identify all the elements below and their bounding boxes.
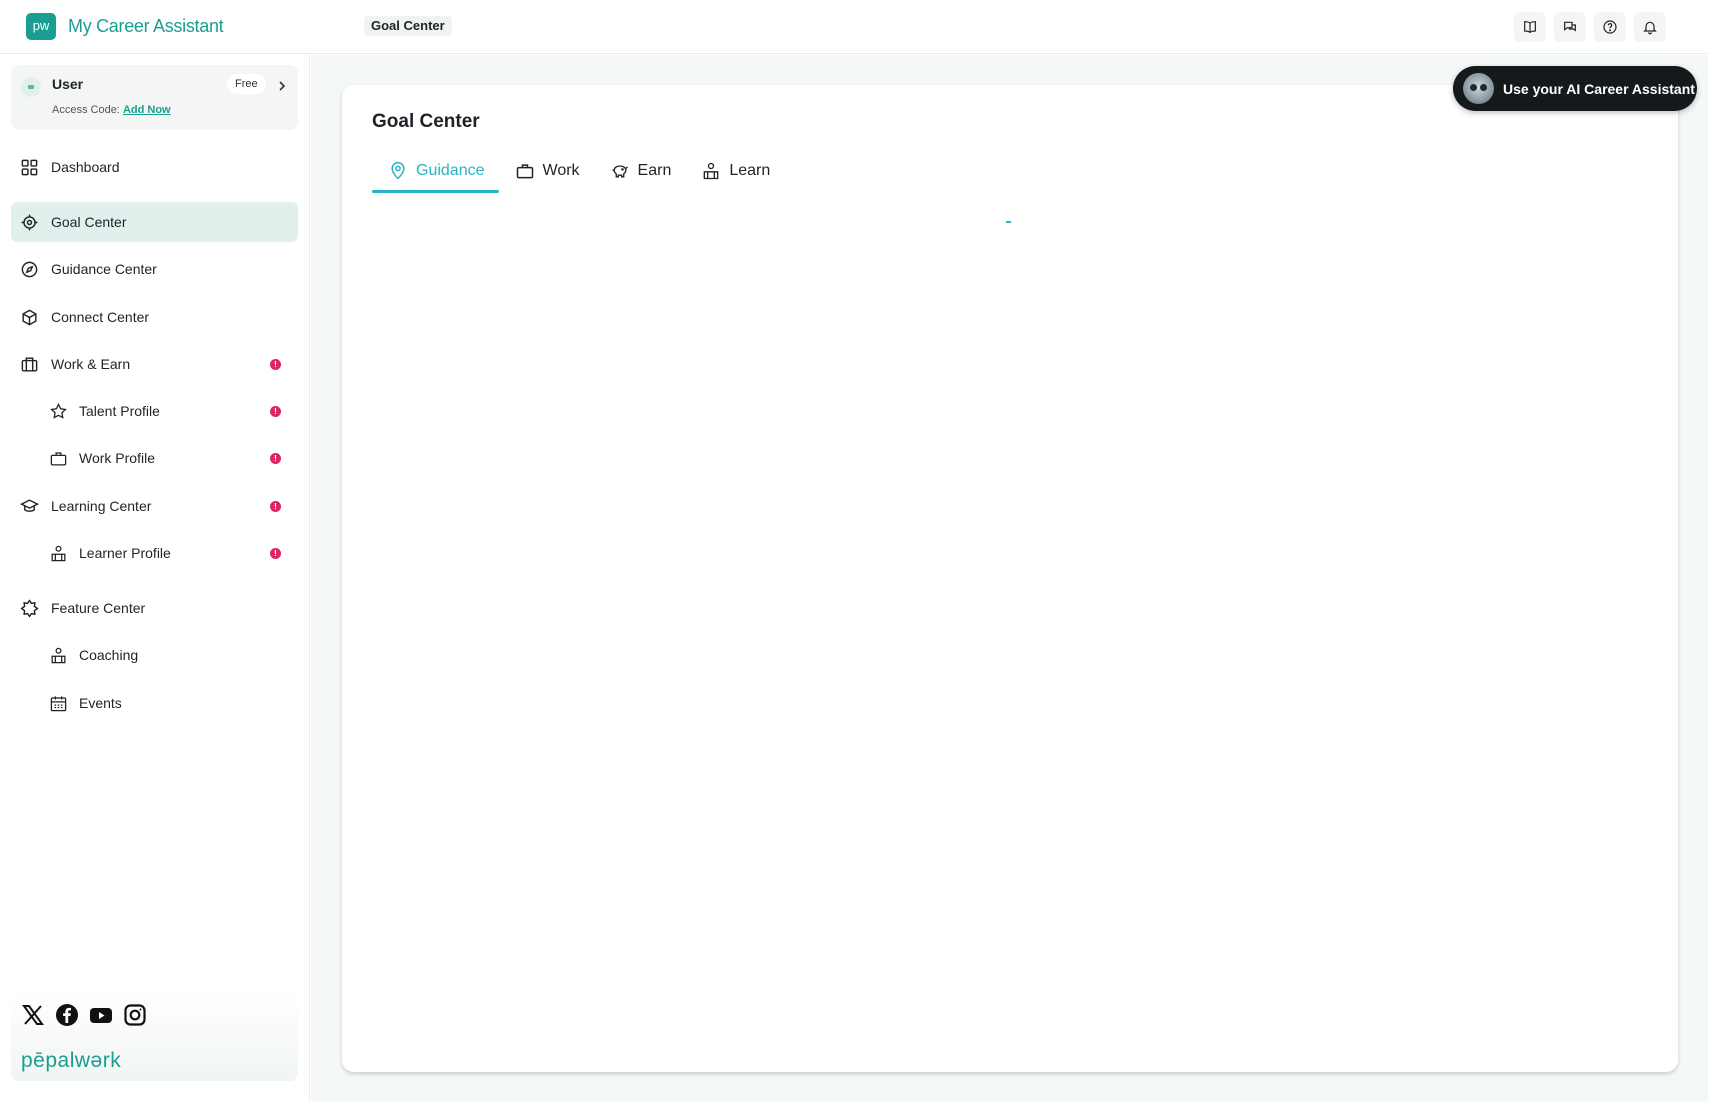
app-title[interactable]: My Career Assistant: [68, 16, 224, 37]
robot-avatar-icon: [1463, 73, 1494, 104]
bag-icon: [50, 452, 67, 466]
app-logo[interactable]: pw: [26, 13, 56, 40]
brand-logo: pēpalwərk: [21, 1049, 122, 1072]
user-card[interactable]: User Free Access Code: Add Now: [11, 65, 298, 130]
alert-badge: !: [270, 453, 281, 464]
header-actions: [1514, 12, 1666, 42]
sidebar-item-talent-profile[interactable]: Talent Profile !: [11, 391, 298, 431]
sidebar-item-guidance-center[interactable]: Guidance Center: [11, 249, 298, 289]
plan-badge: Free: [227, 74, 266, 94]
social-footer: pēpalwərk: [11, 991, 298, 1081]
breadcrumb: Goal Center: [364, 16, 452, 36]
learner-icon: [51, 545, 66, 562]
sidebar-item-label: Talent Profile: [79, 403, 160, 419]
alert-badge: !: [270, 406, 281, 417]
briefcase-icon: [21, 357, 38, 372]
piggy-bank-icon: [612, 165, 628, 178]
avatar: [21, 77, 41, 97]
social-links: [21, 1003, 147, 1027]
facebook-icon[interactable]: [55, 1003, 79, 1027]
x-icon[interactable]: [21, 1003, 45, 1027]
cube-icon: [22, 309, 37, 326]
tab-label: Learn: [729, 162, 771, 179]
sidebar-item-label: Guidance Center: [51, 261, 157, 277]
tab-label: Earn: [637, 162, 672, 179]
sidebar-item-connect-center[interactable]: Connect Center: [11, 297, 298, 337]
tab-label: Work: [542, 162, 580, 179]
tab-learn[interactable]: Learn: [685, 149, 784, 193]
help-icon[interactable]: [1594, 12, 1626, 42]
compass-icon: [21, 261, 38, 278]
sidebar-item-feature-center[interactable]: Feature Center: [11, 588, 298, 628]
alert-badge: !: [270, 548, 281, 559]
page-title: Goal Center: [372, 111, 480, 132]
badge-icon: [20, 599, 39, 618]
sidebar-item-label: Coaching: [79, 647, 139, 663]
ai-career-assistant-button[interactable]: Use your AI Career Assistant: [1453, 66, 1697, 111]
location-pin-icon: [391, 161, 405, 180]
alert-badge: !: [270, 359, 281, 370]
instagram-icon[interactable]: [123, 1003, 147, 1027]
sidebar-item-label: Learner Profile: [79, 545, 171, 561]
access-code-label: Access Code:: [52, 104, 120, 116]
tab-label: Guidance: [416, 162, 485, 179]
chat-icon[interactable]: [1554, 12, 1586, 42]
sidebar-item-goal-center[interactable]: Goal Center: [11, 202, 298, 242]
sidebar-item-label: Learning Center: [51, 498, 152, 514]
sidebar-item-learning-center[interactable]: Learning Center !: [11, 486, 298, 526]
sidebar-item-label: Feature Center: [51, 600, 146, 616]
youtube-icon[interactable]: [89, 1003, 113, 1027]
sidebar-item-work-earn[interactable]: Work & Earn !: [11, 344, 298, 384]
chevron-right-icon[interactable]: [277, 80, 287, 92]
sidebar-item-dashboard[interactable]: Dashboard: [11, 147, 298, 187]
sidebar-item-label: Events: [79, 695, 122, 711]
bell-icon[interactable]: [1634, 12, 1666, 42]
add-access-code-link[interactable]: Add Now: [123, 104, 171, 116]
sidebar-item-label: Goal Center: [51, 214, 127, 230]
access-code: Access Code: Add Now: [52, 104, 171, 116]
tab-work[interactable]: Work: [499, 149, 594, 193]
coaching-icon: [51, 647, 66, 664]
sidebar-item-label: Work Profile: [79, 450, 155, 466]
sidebar-item-coaching[interactable]: Coaching: [11, 635, 298, 675]
sidebar-item-work-profile[interactable]: Work Profile !: [11, 438, 298, 478]
tab-earn[interactable]: Earn: [594, 149, 686, 193]
grid-icon: [21, 159, 38, 176]
briefcase-icon: [516, 164, 533, 179]
sidebar-item-label: Work & Earn: [51, 356, 131, 372]
loading-indicator: [1006, 221, 1011, 223]
sidebar: User Free Access Code: Add Now Dashboard…: [0, 55, 310, 1102]
calendar-icon: [50, 696, 67, 712]
ai-button-label: Use your AI Career Assistant: [1503, 80, 1695, 97]
sidebar-item-label: Dashboard: [51, 159, 120, 175]
sidebar-item-label: Connect Center: [51, 309, 150, 325]
graduation-cap-icon: [20, 499, 39, 512]
alert-badge: !: [270, 501, 281, 512]
top-bar: pw My Career Assistant Goal Center: [0, 0, 1708, 54]
sidebar-item-events[interactable]: Events: [11, 683, 298, 723]
goal-tabs: Guidance Work Earn Learn: [372, 149, 784, 193]
tab-guidance[interactable]: Guidance: [372, 149, 499, 193]
user-name: User: [52, 76, 84, 92]
sidebar-item-learner-profile[interactable]: Learner Profile !: [11, 533, 298, 573]
main-content: Goal Center Guidance Work Earn Learn: [311, 55, 1708, 1102]
target-icon: [21, 214, 38, 231]
star-icon: [50, 402, 67, 419]
book-icon[interactable]: [1514, 12, 1546, 42]
goal-center-card: Goal Center Guidance Work Earn Learn: [342, 85, 1678, 1072]
learner-icon: [704, 162, 719, 180]
